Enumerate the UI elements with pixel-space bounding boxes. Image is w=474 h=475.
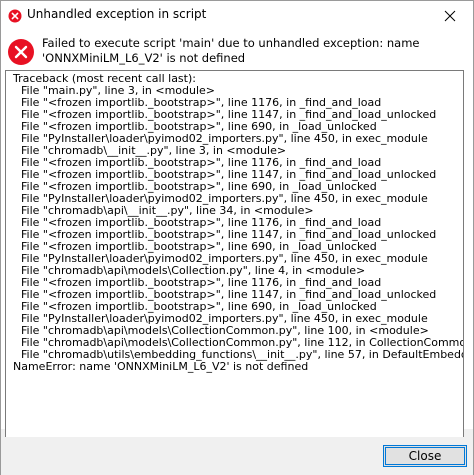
dialog-content: Failed to execute script 'main' due to u… — [1, 30, 473, 460]
window-title: Unhandled exception in script — [27, 7, 207, 21]
python-script-icon — [8, 8, 22, 23]
dialog-footer: Close — [1, 437, 473, 475]
error-dialog: Unhandled exception in script Failed to … — [0, 0, 474, 475]
close-icon[interactable] — [427, 1, 473, 30]
close-button[interactable]: Close — [383, 445, 467, 467]
title-bar[interactable]: Unhandled exception in script — [1, 1, 473, 30]
close-button-label: Close — [385, 447, 465, 465]
traceback-lines: File "main.py", line 3, in <module> File … — [13, 85, 463, 361]
traceback-box[interactable]: Traceback (most recent call last): File … — [5, 70, 464, 460]
error-message: Failed to execute script 'main' due to u… — [42, 36, 420, 65]
error-icon — [7, 38, 35, 66]
traceback-error: NameError: name 'ONNXMiniLM_L6_V2' is no… — [13, 360, 309, 373]
